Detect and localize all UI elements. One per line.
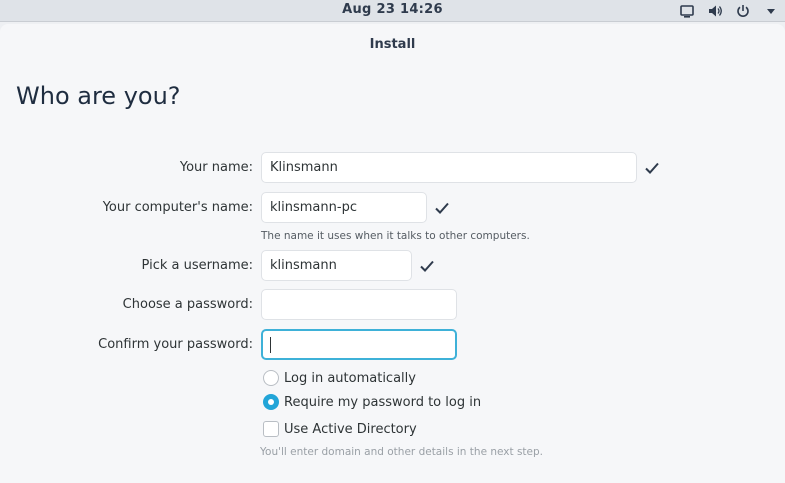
computer-name-hint: The name it uses when it talks to other … xyxy=(261,230,530,242)
volume-icon[interactable] xyxy=(707,3,723,19)
computer-name-label: Your computer's name: xyxy=(102,200,253,215)
require-password-label: Require my password to log in xyxy=(284,394,482,410)
active-directory-checkbox[interactable] xyxy=(263,421,279,437)
require-password-option[interactable]: Require my password to log in xyxy=(263,393,481,411)
require-password-radio[interactable] xyxy=(263,394,279,410)
menu-arrow-icon[interactable] xyxy=(763,3,779,19)
page-title: Who are you? xyxy=(16,82,181,110)
name-input-value: Klinsmann xyxy=(270,160,338,175)
password-label: Choose a password: xyxy=(122,297,253,312)
password-input[interactable] xyxy=(261,289,457,320)
name-input[interactable]: Klinsmann xyxy=(261,152,637,183)
username-input-value: klinsmann xyxy=(270,258,337,273)
titlebar: Install xyxy=(0,24,785,64)
clock[interactable]: Aug 23 14:26 xyxy=(0,2,785,20)
computer-name-input[interactable]: klinsmann-pc xyxy=(261,192,427,223)
name-label: Your name: xyxy=(179,160,253,175)
active-directory-hint: You'll enter domain and other details in… xyxy=(260,446,544,458)
active-directory-option[interactable]: Use Active Directory xyxy=(263,420,417,438)
name-valid-check-icon xyxy=(645,162,659,174)
login-automatically-radio[interactable] xyxy=(263,370,279,386)
username-label: Pick a username: xyxy=(141,258,253,273)
login-automatically-option[interactable]: Log in automatically xyxy=(263,369,416,387)
installer-window: Install Who are you? Your name: Klinsman… xyxy=(0,24,785,483)
system-tray[interactable] xyxy=(679,2,779,20)
power-icon[interactable] xyxy=(735,3,751,19)
username-input[interactable]: klinsmann xyxy=(261,250,412,281)
confirm-password-input[interactable] xyxy=(261,329,457,360)
username-valid-check-icon xyxy=(420,260,434,272)
active-directory-label: Use Active Directory xyxy=(284,421,417,437)
window-title: Install xyxy=(369,36,416,52)
top-panel: Aug 23 14:26 xyxy=(0,0,785,22)
text-caret xyxy=(270,336,271,353)
computer-name-valid-check-icon xyxy=(435,202,449,214)
login-automatically-label: Log in automatically xyxy=(284,370,416,386)
confirm-password-label: Confirm your password: xyxy=(98,337,253,352)
display-icon[interactable] xyxy=(679,3,695,19)
computer-name-input-value: klinsmann-pc xyxy=(270,200,357,215)
